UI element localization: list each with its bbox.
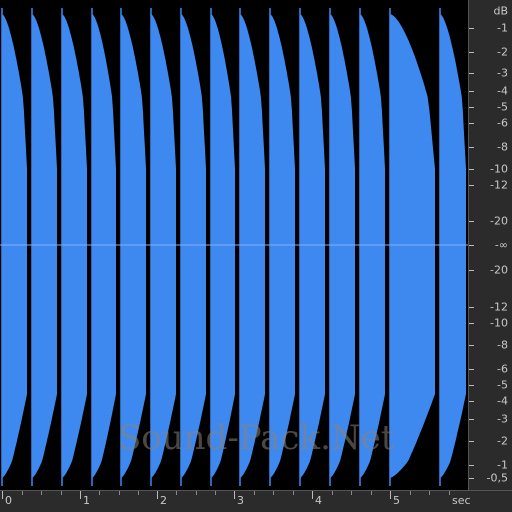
time-minor-tick (253, 491, 255, 495)
db-label: -6 (497, 116, 508, 130)
waveform-hit (211, 14, 235, 478)
waveform-hit (330, 14, 355, 478)
db-ruler: dB -1 -2 -3 -4 -5 -6 -8 -10 -12 -20 -∞ -… (468, 0, 512, 490)
time-minor-tick (273, 491, 274, 495)
watermark-text: Sound-Pack.Net (118, 418, 395, 458)
db-label: -5 (497, 378, 508, 392)
time-label: 2 (160, 494, 167, 507)
waveform-hit (2, 14, 27, 478)
time-minor-tick (292, 491, 294, 495)
waveform-hit (32, 14, 57, 478)
db-label: -4 (497, 84, 508, 98)
time-minor-tick (331, 491, 333, 495)
db-label: -8 (497, 338, 508, 352)
db-label: -2 (497, 45, 508, 59)
waveform-hit (360, 14, 385, 478)
time-label: 5 (393, 494, 400, 507)
db-label: -12 (490, 178, 508, 192)
time-ruler: 0 1 2 3 4 5 sec (0, 490, 512, 512)
db-unit-label: dB (493, 4, 508, 18)
waveform-hit (440, 14, 466, 478)
waveform-hit (240, 14, 265, 478)
db-label: -1 (497, 21, 508, 35)
time-minor-tick (195, 491, 197, 495)
time-minor-tick (448, 491, 450, 495)
db-label: -5 (497, 100, 508, 114)
time-label: 1 (83, 494, 90, 507)
time-minor-tick (409, 491, 411, 495)
time-minor-tick (99, 491, 101, 495)
waveform-hit (270, 14, 295, 478)
time-minor-tick (137, 491, 139, 495)
time-minor-tick (370, 491, 372, 495)
db-label: -3 (497, 412, 508, 426)
db-label: -1 (497, 458, 508, 472)
time-minor-tick (118, 491, 120, 495)
time-minor-tick (60, 491, 62, 495)
db-label: -20 (490, 214, 508, 228)
waveform-display[interactable] (0, 0, 468, 490)
time-minor-tick (41, 491, 42, 495)
db-label: -12 (490, 300, 508, 314)
time-minor-tick (176, 491, 178, 495)
time-label: 4 (315, 494, 322, 507)
time-minor-tick (429, 491, 430, 495)
waveform-hit (300, 14, 325, 478)
waveform-hit (121, 14, 146, 478)
db-label: -8 (497, 140, 508, 154)
time-minor-tick (21, 491, 23, 495)
waveform-hit (62, 14, 87, 478)
db-label: -10 (490, 316, 508, 330)
db-label: -4 (497, 394, 508, 408)
waveform-hit (92, 14, 116, 478)
time-minor-tick (214, 491, 216, 495)
db-label: -3 (497, 66, 508, 80)
db-label: -10 (490, 162, 508, 176)
db-label: -6 (497, 362, 508, 376)
waveform-hit (181, 14, 206, 478)
time-minor-tick (351, 491, 352, 495)
waveform-hit (151, 14, 176, 478)
audio-editor-view: dB -1 -2 -3 -4 -5 -6 -8 -10 -12 -20 -∞ -… (0, 0, 512, 512)
db-label: -2 (497, 434, 508, 448)
db-label: -0,5 (486, 471, 508, 485)
db-label: -20 (490, 263, 508, 277)
time-label: 0 (5, 494, 12, 507)
time-label: 3 (237, 494, 244, 507)
waveform-graph[interactable] (0, 0, 468, 490)
time-unit-label: sec (452, 494, 471, 507)
db-label: -∞ (494, 238, 508, 252)
waveform-hit (390, 14, 435, 478)
